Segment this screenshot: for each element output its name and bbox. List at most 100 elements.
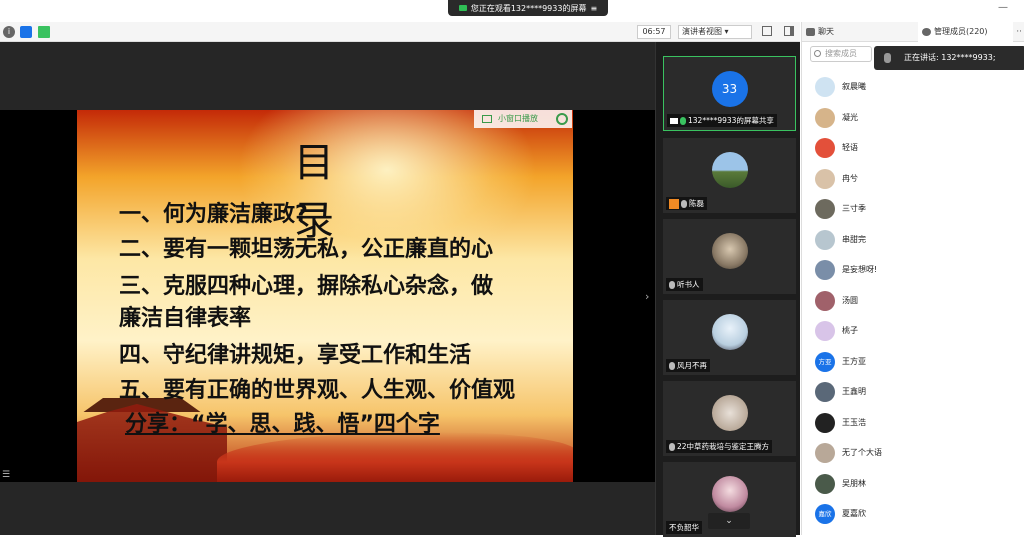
member-name: 串甜完 [842, 234, 866, 244]
list-item[interactable]: 串甜完 [802, 225, 1024, 256]
list-item[interactable]: 三寸季 [802, 194, 1024, 225]
tab-members-label: 管理成员(220) [934, 27, 988, 36]
presentation-slide: 目 录 一、何为廉洁廉政? 二、要有一颗坦荡无私，公正廉直的心 三、克服四种心理… [77, 110, 573, 482]
avatar: 33 [711, 71, 748, 107]
video-tile-label: 不负韶华 [666, 521, 702, 534]
video-tile[interactable]: 风月不再 [663, 300, 796, 375]
slide-line-4: 廉洁自律表率 [119, 306, 252, 331]
screen-icon [670, 117, 678, 124]
search-placeholder: 搜索成员 [825, 49, 857, 58]
scroll-down-button[interactable]: ⌄ [708, 513, 750, 529]
avatar [815, 77, 835, 97]
mic-off-icon [669, 361, 675, 370]
video-tile-name: 听书人 [677, 280, 700, 289]
fullscreen-icon[interactable] [762, 26, 772, 36]
avatar: 方亚 [815, 351, 835, 372]
list-item[interactable]: 凝光 [802, 103, 1024, 134]
mic-off-icon [681, 199, 687, 208]
list-item[interactable]: 方亚 王方亚 [802, 347, 1024, 378]
chevron-right-icon[interactable]: › [645, 290, 649, 303]
info-icon[interactable]: i [3, 26, 15, 38]
avatar [815, 138, 835, 158]
member-name: 是妄想呀! [842, 265, 878, 274]
meeting-toolbar: i 06:57 演讲者视图 ▾ [0, 22, 800, 42]
mic-off-icon [669, 280, 675, 289]
member-name: 凝光 [842, 112, 858, 122]
list-item[interactable]: 汤圆 [802, 286, 1024, 317]
video-tile-name: 风月不再 [677, 361, 707, 370]
screen-share-icon [458, 5, 467, 11]
member-search-input[interactable]: 搜索成员 [810, 46, 872, 62]
list-item[interactable]: 冉兮 [802, 164, 1024, 195]
slide-line-2: 二、要有一颗坦荡无私，公正廉直的心 [119, 237, 494, 262]
speaker-view-button[interactable]: 演讲者视图 ▾ [678, 25, 752, 39]
video-tile-name: 132****9933的屏幕共享 [688, 116, 774, 125]
mic-off-icon [669, 442, 675, 451]
slide-line-5: 四、守纪律讲规矩，享受工作和生活 [119, 343, 472, 368]
tab-chat-label: 聊天 [818, 27, 834, 36]
avatar [815, 412, 835, 433]
video-tile[interactable]: 听书人 [663, 219, 796, 294]
avatar [711, 314, 748, 350]
slide-line-3: 三、克服四种心理，摒除私心杂念，做 [119, 274, 494, 299]
avatar [711, 395, 748, 431]
member-name: 王鑫明 [842, 387, 866, 396]
list-icon[interactable]: ☰ [2, 470, 12, 480]
avatar [815, 321, 835, 341]
side-panel-tabs: 聊天 管理成员(220) ·· [802, 22, 1024, 42]
small-window-icon [482, 115, 492, 123]
avatar [815, 199, 835, 219]
side-panel: 聊天 管理成员(220) ·· 搜索成员 正在讲话: 132****9933; … [801, 22, 1024, 535]
chat-icon [806, 28, 815, 36]
people-icon [922, 28, 931, 36]
tab-chat[interactable]: 聊天 [802, 22, 918, 42]
video-tile-label: 22中草药栽培与鉴定王腾方 [666, 440, 773, 453]
list-item[interactable]: 桃子 [802, 316, 1024, 347]
avatar [711, 152, 748, 188]
layout-icon[interactable] [784, 26, 794, 36]
member-name: 王玉浩 [842, 417, 866, 427]
avatar [815, 382, 835, 402]
member-name: 夏嘉欣 [842, 509, 866, 518]
minimize-button[interactable]: — [998, 2, 1008, 13]
video-tile-label: 听书人 [666, 278, 703, 291]
menu-icon[interactable]: ≡ [590, 4, 597, 13]
avatar: 嘉欣 [815, 504, 835, 524]
video-gallery: ▲ 33 132****9933的屏幕共享 陈磊 听书人 风月不再 [655, 42, 800, 537]
settings-icon[interactable] [556, 113, 568, 125]
list-item[interactable]: 无了个大语 [802, 438, 1024, 469]
signal-icon[interactable] [38, 26, 50, 38]
shield-icon[interactable] [20, 26, 32, 38]
slide-line-1: 一、何为廉洁廉政? [119, 202, 308, 227]
list-item[interactable]: 吴朋林 [802, 469, 1024, 500]
list-item[interactable]: 轻语 [802, 133, 1024, 164]
screen-share-banner-text: 您正在观看132****9933的屏幕 [470, 3, 587, 13]
member-name: 轻语 [842, 143, 858, 152]
small-window-button[interactable]: 小窗口播放 [474, 110, 572, 128]
list-item[interactable]: 嘉欣 夏嘉欣 [802, 499, 1024, 530]
video-tile-name: 22中草药栽培与鉴定王腾方 [677, 442, 770, 451]
avatar [815, 473, 835, 494]
video-tile-label: 132****9933的屏幕共享 [667, 114, 777, 127]
member-name: 叙晨曦 [842, 82, 866, 91]
avatar [815, 168, 835, 189]
screen-share-banner[interactable]: 您正在观看132****9933的屏幕 ≡ [448, 0, 608, 16]
red-wave-illustration [217, 432, 573, 482]
search-icon [814, 50, 821, 57]
avatar [711, 233, 748, 269]
video-tile[interactable]: 22中草药栽培与鉴定王腾方 [663, 381, 796, 456]
list-item[interactable]: 叙晨曦 [802, 72, 1024, 103]
avatar [711, 476, 748, 512]
more-icon[interactable]: ·· [1016, 22, 1022, 42]
member-name: 冉兮 [842, 173, 858, 183]
meeting-timer: 06:57 [637, 25, 671, 39]
avatar [815, 229, 835, 250]
list-item[interactable]: 王鑫明 [802, 377, 1024, 408]
list-item[interactable]: 是妄想呀! [802, 255, 1024, 286]
video-tile[interactable]: 33 132****9933的屏幕共享 [663, 56, 796, 131]
tab-members[interactable]: 管理成员(220) [918, 22, 1013, 42]
video-tile[interactable]: 陈磊 [663, 138, 796, 213]
list-item[interactable]: 王玉浩 [802, 408, 1024, 439]
member-name: 桃子 [842, 326, 858, 335]
slide-line-7: 分享：“学、思、践、悟”四个字 [125, 412, 440, 437]
